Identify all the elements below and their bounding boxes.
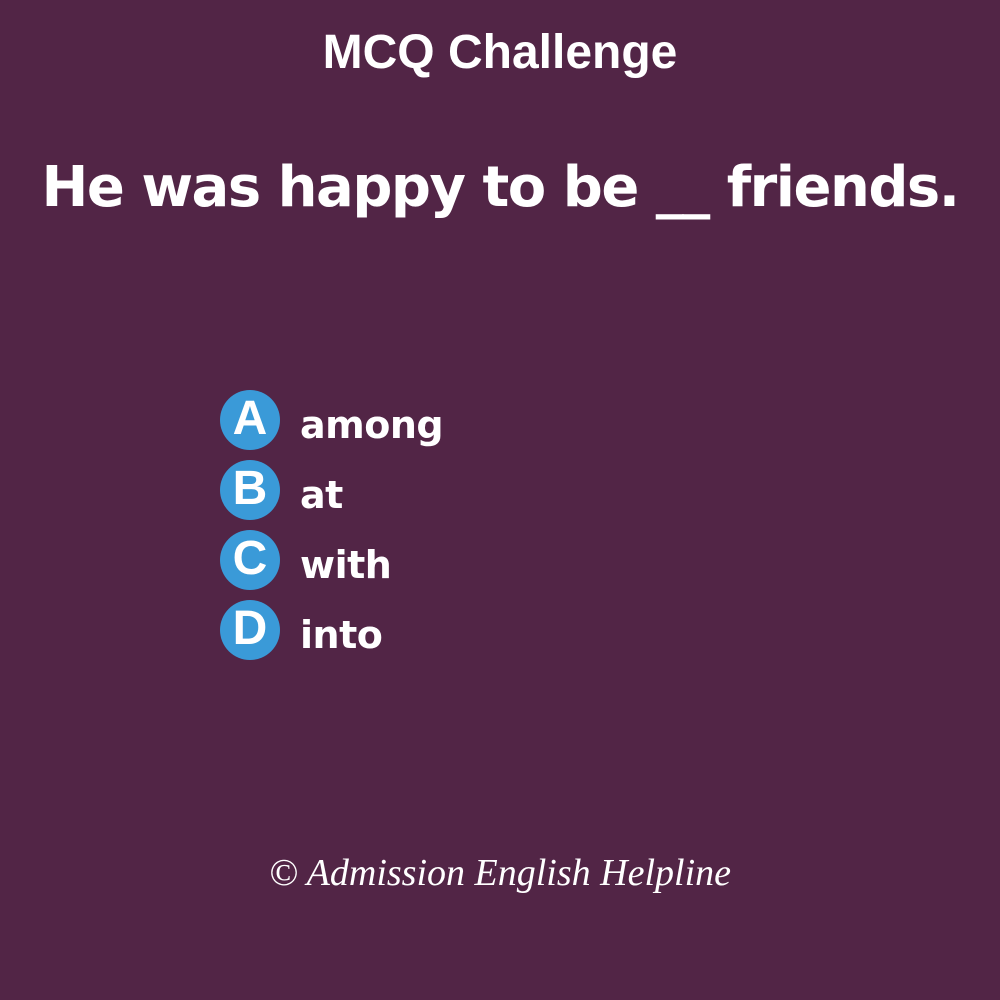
options-list: A among B at C with D into — [220, 390, 720, 670]
option-d-text: into — [300, 613, 383, 657]
option-c-badge: C — [220, 530, 280, 590]
option-a[interactable]: A among — [220, 390, 680, 460]
option-a-text: among — [300, 403, 444, 447]
option-a-badge: A — [220, 390, 280, 450]
option-b[interactable]: B at — [220, 460, 680, 530]
option-b-text: at — [300, 473, 343, 517]
option-c-text: with — [300, 543, 392, 587]
copyright-credit: © Admission English Helpline — [269, 852, 731, 894]
option-c[interactable]: C with — [220, 530, 680, 600]
option-d-badge: D — [220, 600, 280, 660]
question-text: He was happy to be __ friends. — [41, 155, 960, 220]
option-d[interactable]: D into — [220, 600, 680, 670]
page-title: MCQ Challenge — [322, 26, 678, 79]
option-b-badge: B — [220, 460, 280, 520]
